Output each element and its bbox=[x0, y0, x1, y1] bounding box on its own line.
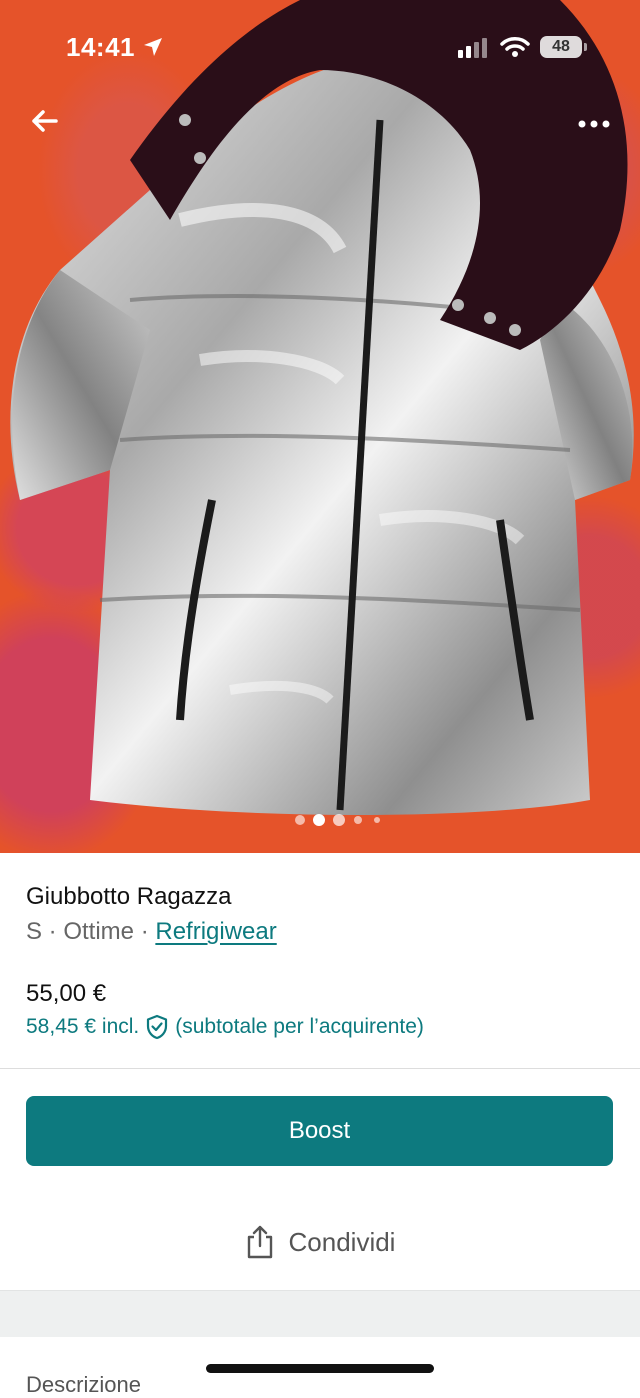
battery-tip bbox=[584, 43, 587, 51]
meta-separator: · bbox=[134, 918, 156, 945]
item-title: Giubbotto Ragazza bbox=[26, 883, 232, 910]
item-meta: S · Ottime · Refrigiwear bbox=[26, 918, 277, 946]
status-time: 14:41 bbox=[66, 32, 135, 62]
more-icon[interactable] bbox=[570, 104, 618, 144]
share-icon bbox=[247, 1225, 272, 1259]
home-indicator[interactable] bbox=[206, 1364, 434, 1373]
share-label: Condividi bbox=[288, 1226, 396, 1257]
price-incl: 58,45 € incl. bbox=[26, 1015, 140, 1038]
item-size: S bbox=[26, 918, 43, 945]
brand-link[interactable]: Refrigiwear bbox=[155, 918, 276, 945]
gallery-dot[interactable] bbox=[295, 815, 305, 825]
wifi-icon bbox=[500, 37, 530, 57]
gallery-dot[interactable] bbox=[354, 816, 362, 824]
gallery-dot[interactable] bbox=[374, 817, 380, 823]
price-incl-note: (subtotale per l’acquirente) bbox=[175, 1015, 424, 1038]
meta-separator: · bbox=[42, 918, 64, 945]
gallery-dot-active[interactable] bbox=[313, 814, 325, 826]
section-separator-band bbox=[0, 1290, 640, 1337]
shield-check-icon[interactable] bbox=[145, 1014, 169, 1040]
jacket-photo bbox=[10, 0, 634, 815]
buyer-price-row[interactable]: 58,45 € incl. (subtotale per l’acquirent… bbox=[26, 1014, 424, 1040]
back-arrow-icon[interactable] bbox=[24, 100, 68, 144]
signal-icon bbox=[458, 38, 487, 58]
location-arrow-icon bbox=[144, 38, 162, 56]
boost-button[interactable]: Boost bbox=[26, 1096, 613, 1166]
item-price: 55,00 € bbox=[26, 980, 107, 1007]
section-divider bbox=[0, 1068, 640, 1069]
description-heading: Descrizione bbox=[26, 1372, 141, 1397]
item-photo-gallery[interactable]: 14:41 48 bbox=[0, 0, 640, 853]
item-condition: Ottime bbox=[63, 918, 135, 945]
gallery-dot[interactable] bbox=[333, 814, 345, 826]
gallery-pagination bbox=[0, 812, 640, 828]
battery-indicator: 48 bbox=[540, 36, 582, 58]
share-button[interactable]: Condividi bbox=[0, 1210, 640, 1274]
